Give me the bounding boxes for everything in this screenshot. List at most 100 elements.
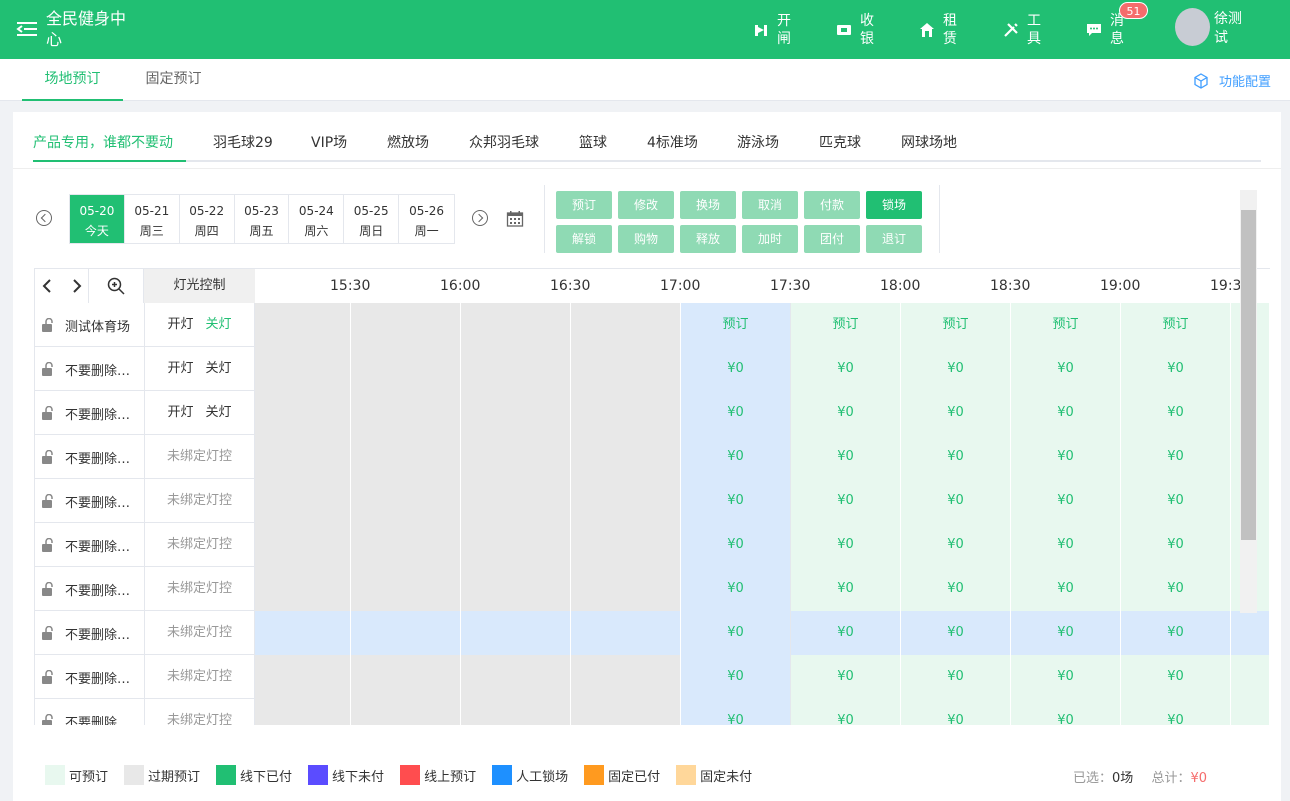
time-slot[interactable]: ¥0 <box>901 523 1011 567</box>
lock-open-icon[interactable] <box>41 494 55 508</box>
lock-open-icon[interactable] <box>41 670 55 684</box>
time-slot[interactable]: ¥0 <box>681 347 791 391</box>
date-cell[interactable]: 05-20 今天 <box>70 195 125 243</box>
time-slot[interactable]: 预订 <box>901 303 1011 347</box>
pay-button[interactable]: 付款 <box>804 191 860 219</box>
lock-open-icon[interactable] <box>41 318 55 332</box>
lock-venue-button[interactable]: 锁场 <box>866 191 922 219</box>
shopping-button[interactable]: 购物 <box>618 225 674 253</box>
time-slot[interactable]: ¥0 <box>901 567 1011 611</box>
time-slot[interactable]: ¥0 <box>791 347 901 391</box>
time-slot[interactable] <box>571 567 681 611</box>
book-button[interactable]: 预订 <box>556 191 612 219</box>
time-slot[interactable]: ¥0 <box>1121 611 1231 655</box>
light-off-button[interactable]: 关灯 <box>206 317 232 332</box>
lock-open-icon[interactable] <box>41 538 55 552</box>
time-slot[interactable]: ¥0 <box>681 435 791 479</box>
light-on-button[interactable]: 开灯 <box>167 317 193 332</box>
venue-tab-6[interactable]: 4标准场 <box>647 132 698 152</box>
time-slot[interactable]: ¥0 <box>791 655 901 699</box>
time-slot[interactable]: ¥0 <box>791 567 901 611</box>
venue-tab-2[interactable]: VIP场 <box>311 132 347 152</box>
time-slot[interactable] <box>255 611 351 655</box>
time-slot[interactable]: ¥0 <box>791 479 901 523</box>
overtime-button[interactable]: 加时 <box>742 225 798 253</box>
unlock-button[interactable]: 解锁 <box>556 225 612 253</box>
time-slot[interactable] <box>571 611 681 655</box>
time-slot[interactable] <box>351 303 461 347</box>
time-slot[interactable] <box>571 699 681 725</box>
time-slot[interactable] <box>461 303 571 347</box>
light-off-button[interactable]: 关灯 <box>206 361 232 376</box>
release-button[interactable]: 释放 <box>680 225 736 253</box>
lock-open-icon[interactable] <box>41 582 55 596</box>
time-slot[interactable] <box>571 391 681 435</box>
time-slot[interactable]: ¥0 <box>1011 391 1121 435</box>
time-slot[interactable] <box>461 347 571 391</box>
time-slot[interactable]: ¥0 <box>681 655 791 699</box>
avatar[interactable] <box>1175 8 1210 46</box>
time-slot[interactable]: ¥0 <box>901 391 1011 435</box>
lock-open-icon[interactable] <box>41 714 55 725</box>
venue-tab-7[interactable]: 游泳场 <box>737 132 779 152</box>
date-cell[interactable]: 05-25 周日 <box>344 195 400 243</box>
time-slot[interactable]: ¥0 <box>791 391 901 435</box>
venue-tab-3[interactable]: 燃放场 <box>387 132 429 152</box>
venue-tab-1[interactable]: 羽毛球29 <box>213 132 273 152</box>
time-slot[interactable] <box>351 611 461 655</box>
function-config-link[interactable]: 功能配置 <box>1193 71 1271 90</box>
date-cell[interactable]: 05-26 周一 <box>399 195 454 243</box>
time-slot[interactable] <box>571 435 681 479</box>
time-slot[interactable]: ¥0 <box>1121 479 1231 523</box>
venue-tab-8[interactable]: 匹克球 <box>819 132 861 152</box>
nav-cashier[interactable]: 收银 <box>836 12 876 48</box>
venue-tab-0[interactable]: 产品专用，谁都不要动 <box>33 132 173 152</box>
time-slot[interactable] <box>351 523 461 567</box>
time-slot[interactable]: ¥0 <box>1121 523 1231 567</box>
time-slot[interactable]: ¥0 <box>901 699 1011 725</box>
grid-scrollbar[interactable] <box>1240 190 1257 613</box>
time-slot[interactable] <box>571 347 681 391</box>
time-slot[interactable]: ¥0 <box>1121 655 1231 699</box>
time-slot[interactable]: ¥0 <box>901 611 1011 655</box>
nav-gate[interactable]: 开闸 <box>753 12 793 48</box>
time-slot[interactable]: ¥0 <box>791 523 901 567</box>
light-off-button[interactable]: 关灯 <box>206 405 232 420</box>
time-slot[interactable] <box>461 479 571 523</box>
time-slot[interactable] <box>255 655 351 699</box>
time-slot[interactable] <box>255 699 351 725</box>
time-slot[interactable] <box>461 567 571 611</box>
time-slot[interactable] <box>255 435 351 479</box>
time-slot[interactable]: ¥0 <box>681 611 791 655</box>
time-slot[interactable] <box>351 567 461 611</box>
time-slot[interactable]: ¥0 <box>1011 567 1121 611</box>
chevron-right-icon[interactable] <box>71 279 83 293</box>
time-slot[interactable]: ¥0 <box>791 699 901 725</box>
time-slot[interactable]: ¥0 <box>681 699 791 725</box>
time-slot[interactable] <box>571 655 681 699</box>
user-name[interactable]: 徐测试 <box>1214 10 1244 48</box>
time-slot[interactable]: ¥0 <box>901 435 1011 479</box>
time-slot[interactable]: ¥0 <box>681 479 791 523</box>
time-slot[interactable] <box>351 655 461 699</box>
time-slot[interactable] <box>461 611 571 655</box>
time-slot[interactable] <box>461 391 571 435</box>
light-on-button[interactable]: 开灯 <box>167 361 193 376</box>
time-slot[interactable] <box>255 479 351 523</box>
date-cell[interactable]: 05-21 周三 <box>125 195 180 243</box>
time-slot[interactable]: ¥0 <box>791 611 901 655</box>
lock-open-icon[interactable] <box>41 362 55 376</box>
time-slot[interactable] <box>571 479 681 523</box>
time-slot[interactable] <box>1231 699 1270 725</box>
scrollbar-thumb[interactable] <box>1241 210 1256 540</box>
time-slot[interactable]: 预订 <box>681 303 791 347</box>
modify-button[interactable]: 修改 <box>618 191 674 219</box>
time-slot[interactable]: ¥0 <box>901 347 1011 391</box>
cancel-button[interactable]: 取消 <box>742 191 798 219</box>
time-slot[interactable]: ¥0 <box>1011 523 1121 567</box>
refund-button[interactable]: 退订 <box>866 225 922 253</box>
date-cell[interactable]: 05-22 周四 <box>180 195 235 243</box>
time-slot[interactable] <box>255 523 351 567</box>
time-slot[interactable]: ¥0 <box>1121 699 1231 725</box>
next-week-icon[interactable] <box>472 210 488 226</box>
